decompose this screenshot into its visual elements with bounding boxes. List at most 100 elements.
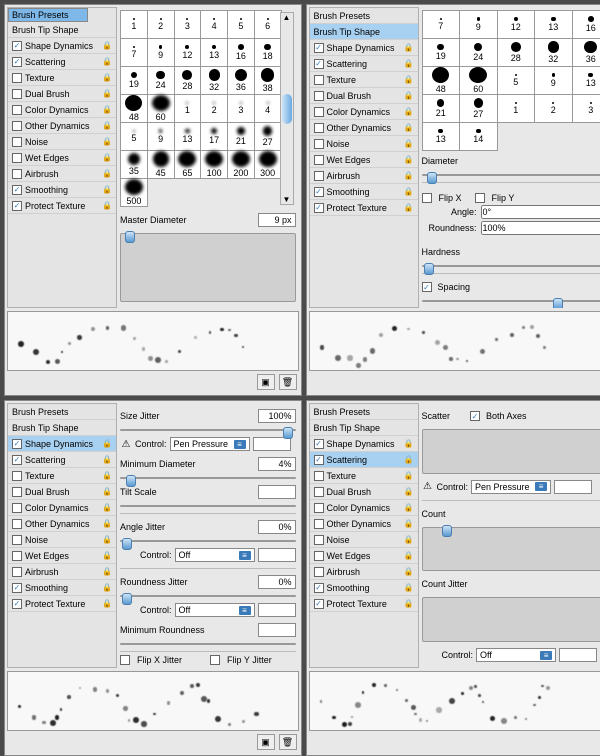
brush-preset[interactable]: 2 bbox=[148, 11, 175, 39]
roundness-input[interactable] bbox=[481, 221, 600, 235]
lock-icon[interactable] bbox=[404, 43, 414, 53]
brush-preset[interactable]: 6 bbox=[255, 11, 282, 39]
sidebar-item[interactable]: Color Dynamics bbox=[8, 500, 116, 516]
brush-preset[interactable]: 27 bbox=[460, 95, 498, 123]
lock-icon[interactable] bbox=[102, 185, 112, 195]
brush-preset[interactable]: 7 bbox=[423, 11, 461, 39]
count-jitter-slider[interactable] bbox=[422, 597, 600, 642]
sidebar-item[interactable]: Shape Dynamics bbox=[310, 40, 418, 56]
checkbox[interactable] bbox=[314, 91, 324, 101]
checkbox[interactable] bbox=[12, 599, 22, 609]
sidebar-item[interactable]: Other Dynamics bbox=[8, 516, 116, 532]
checkbox[interactable] bbox=[314, 155, 324, 165]
lock-icon[interactable] bbox=[404, 59, 414, 69]
brush-preset[interactable]: 13 bbox=[175, 123, 202, 151]
sidebar-item[interactable]: Brush Presets bbox=[310, 404, 418, 420]
lock-icon[interactable] bbox=[404, 599, 414, 609]
brush-preset[interactable]: 1 bbox=[175, 95, 202, 123]
sidebar-item[interactable]: Brush Tip Shape bbox=[8, 420, 116, 436]
lock-icon[interactable] bbox=[102, 567, 112, 577]
roundness-jitter-input[interactable] bbox=[258, 575, 296, 589]
min-diameter-input[interactable] bbox=[258, 457, 296, 471]
new-icon[interactable]: ▣ bbox=[257, 734, 275, 750]
spacing-slider[interactable] bbox=[422, 300, 600, 302]
brush-preset[interactable]: 28 bbox=[498, 39, 536, 67]
sidebar-item[interactable]: Shape Dynamics bbox=[8, 38, 116, 54]
checkbox[interactable] bbox=[314, 519, 324, 529]
checkbox[interactable] bbox=[12, 41, 22, 51]
checkbox[interactable] bbox=[12, 89, 22, 99]
checkbox[interactable] bbox=[314, 487, 324, 497]
flipy-checkbox[interactable] bbox=[475, 193, 485, 203]
control-select-1[interactable]: Pen Pressure≡ bbox=[170, 437, 250, 451]
checkbox[interactable] bbox=[12, 137, 22, 147]
brush-preset[interactable]: 9 bbox=[460, 11, 498, 39]
brush-preset[interactable]: 500 bbox=[121, 179, 148, 207]
lock-icon[interactable] bbox=[102, 73, 112, 83]
checkbox[interactable] bbox=[314, 75, 324, 85]
checkbox[interactable] bbox=[314, 123, 324, 133]
sidebar-item[interactable]: Scattering bbox=[8, 54, 116, 70]
control-select-1[interactable]: Pen Pressure≡ bbox=[471, 480, 551, 494]
sidebar-item[interactable]: Dual Brush bbox=[8, 484, 116, 500]
checkbox[interactable] bbox=[12, 73, 22, 83]
brush-preset[interactable]: 12 bbox=[498, 11, 536, 39]
checkbox[interactable] bbox=[12, 519, 22, 529]
lock-icon[interactable] bbox=[404, 487, 414, 497]
sidebar-item[interactable]: Texture bbox=[310, 72, 418, 88]
brush-preset[interactable]: 48 bbox=[423, 67, 461, 95]
brush-preset[interactable]: 9 bbox=[535, 67, 573, 95]
brush-preset[interactable]: 35 bbox=[121, 151, 148, 179]
diameter-slider[interactable] bbox=[422, 174, 600, 176]
lock-icon[interactable] bbox=[102, 89, 112, 99]
scrollbar[interactable]: ▲▼ bbox=[280, 12, 294, 205]
sidebar-item[interactable]: Brush Tip Shape bbox=[8, 22, 116, 38]
checkbox[interactable] bbox=[12, 455, 22, 465]
sidebar-item[interactable]: Noise bbox=[8, 134, 116, 150]
lock-icon[interactable] bbox=[404, 519, 414, 529]
sidebar-item[interactable]: Shape Dynamics bbox=[8, 436, 116, 452]
brush-preset[interactable]: 1 bbox=[121, 11, 148, 39]
sidebar-item[interactable]: Other Dynamics bbox=[310, 120, 418, 136]
lock-icon[interactable] bbox=[404, 583, 414, 593]
brush-preset[interactable]: 17 bbox=[201, 123, 228, 151]
brush-preset[interactable]: 9 bbox=[148, 39, 175, 67]
brush-preset[interactable]: 4 bbox=[201, 11, 228, 39]
lock-icon[interactable] bbox=[404, 107, 414, 117]
brush-preset[interactable]: 3 bbox=[175, 11, 202, 39]
angle-input[interactable] bbox=[481, 205, 600, 219]
brush-preset[interactable]: 2 bbox=[201, 95, 228, 123]
checkbox[interactable] bbox=[314, 139, 324, 149]
checkbox[interactable] bbox=[12, 535, 22, 545]
lock-icon[interactable] bbox=[404, 551, 414, 561]
scatter-slider[interactable] bbox=[422, 429, 600, 474]
brush-preset[interactable]: 36 bbox=[228, 67, 255, 95]
count-slider[interactable] bbox=[422, 527, 600, 572]
checkbox[interactable] bbox=[12, 105, 22, 115]
sidebar-item[interactable]: Smoothing bbox=[310, 580, 418, 596]
brush-preset[interactable]: 2 bbox=[535, 95, 573, 123]
checkbox[interactable] bbox=[12, 57, 22, 67]
sidebar-item[interactable]: Texture bbox=[8, 70, 116, 86]
checkbox[interactable] bbox=[314, 503, 324, 513]
sidebar-item[interactable]: Color Dynamics bbox=[8, 102, 116, 118]
lock-icon[interactable] bbox=[404, 123, 414, 133]
brush-preset[interactable]: 32 bbox=[535, 39, 573, 67]
brush-grid[interactable]: 7912131618192428323638486059131721271234… bbox=[422, 10, 600, 151]
trash-icon[interactable]: 🗑 bbox=[279, 734, 297, 750]
checkbox[interactable] bbox=[314, 203, 324, 213]
checkbox[interactable] bbox=[12, 503, 22, 513]
sidebar-item[interactable]: Color Dynamics bbox=[310, 104, 418, 120]
brush-preset[interactable]: 14 bbox=[460, 123, 498, 151]
sidebar-item[interactable]: Noise bbox=[310, 532, 418, 548]
brush-preset[interactable]: 9 bbox=[148, 123, 175, 151]
checkbox[interactable] bbox=[314, 535, 324, 545]
size-jitter-input[interactable] bbox=[258, 409, 296, 423]
brush-preset[interactable]: 12 bbox=[175, 39, 202, 67]
angle-jitter-input[interactable] bbox=[258, 520, 296, 534]
lock-icon[interactable] bbox=[102, 121, 112, 131]
sidebar-item[interactable]: Brush Presets bbox=[8, 404, 116, 420]
spacing-checkbox[interactable] bbox=[422, 282, 432, 292]
checkbox[interactable] bbox=[314, 455, 324, 465]
brush-preset[interactable]: 7 bbox=[121, 39, 148, 67]
